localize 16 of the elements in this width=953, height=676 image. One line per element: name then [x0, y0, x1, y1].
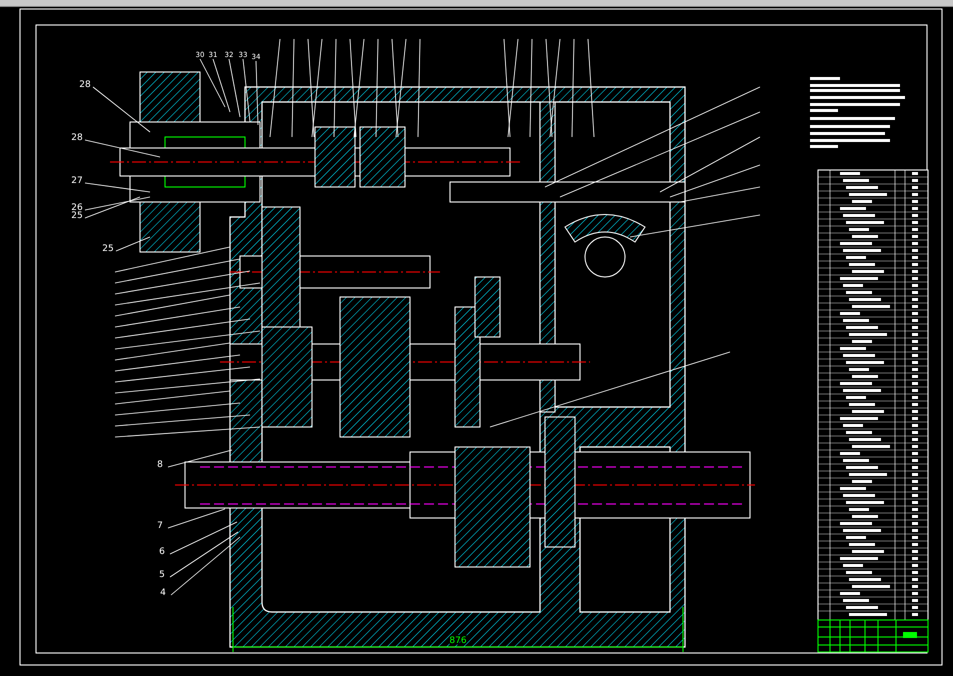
part-number: 8 [157, 460, 163, 470]
part-number: 28 [79, 80, 91, 90]
part-number: 25 [102, 244, 114, 254]
part-number: 25 [71, 211, 83, 221]
leader-line [84, 182, 150, 192]
leader-line [256, 60, 258, 126]
leader-line [170, 532, 238, 578]
leader-line [92, 86, 150, 132]
part-number: 6 [159, 547, 165, 557]
part-number: 28 [71, 133, 83, 143]
leader-line [242, 58, 250, 122]
part-number: 4 [160, 588, 166, 598]
part-number: 7 [157, 521, 163, 531]
part-number: 5 [159, 570, 165, 580]
part-number: 27 [71, 176, 83, 186]
leader-line [168, 450, 232, 468]
